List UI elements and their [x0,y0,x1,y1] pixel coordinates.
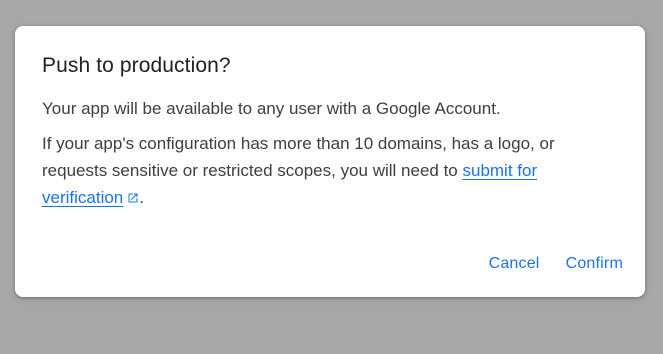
external-link-icon [128,193,138,203]
verification-text-after: . [139,188,144,207]
dialog-title: Push to production? [42,54,231,77]
confirm-button[interactable]: Confirm [566,249,623,279]
availability-text: Your app will be available to any user w… [42,99,501,118]
cancel-button[interactable]: Cancel [489,249,540,279]
push-to-production-dialog: Push to production? Your app will be ava… [15,26,645,297]
dialog-actions: Cancel Confirm [489,249,623,279]
verification-text: If your app's configuration has more tha… [42,130,612,211]
